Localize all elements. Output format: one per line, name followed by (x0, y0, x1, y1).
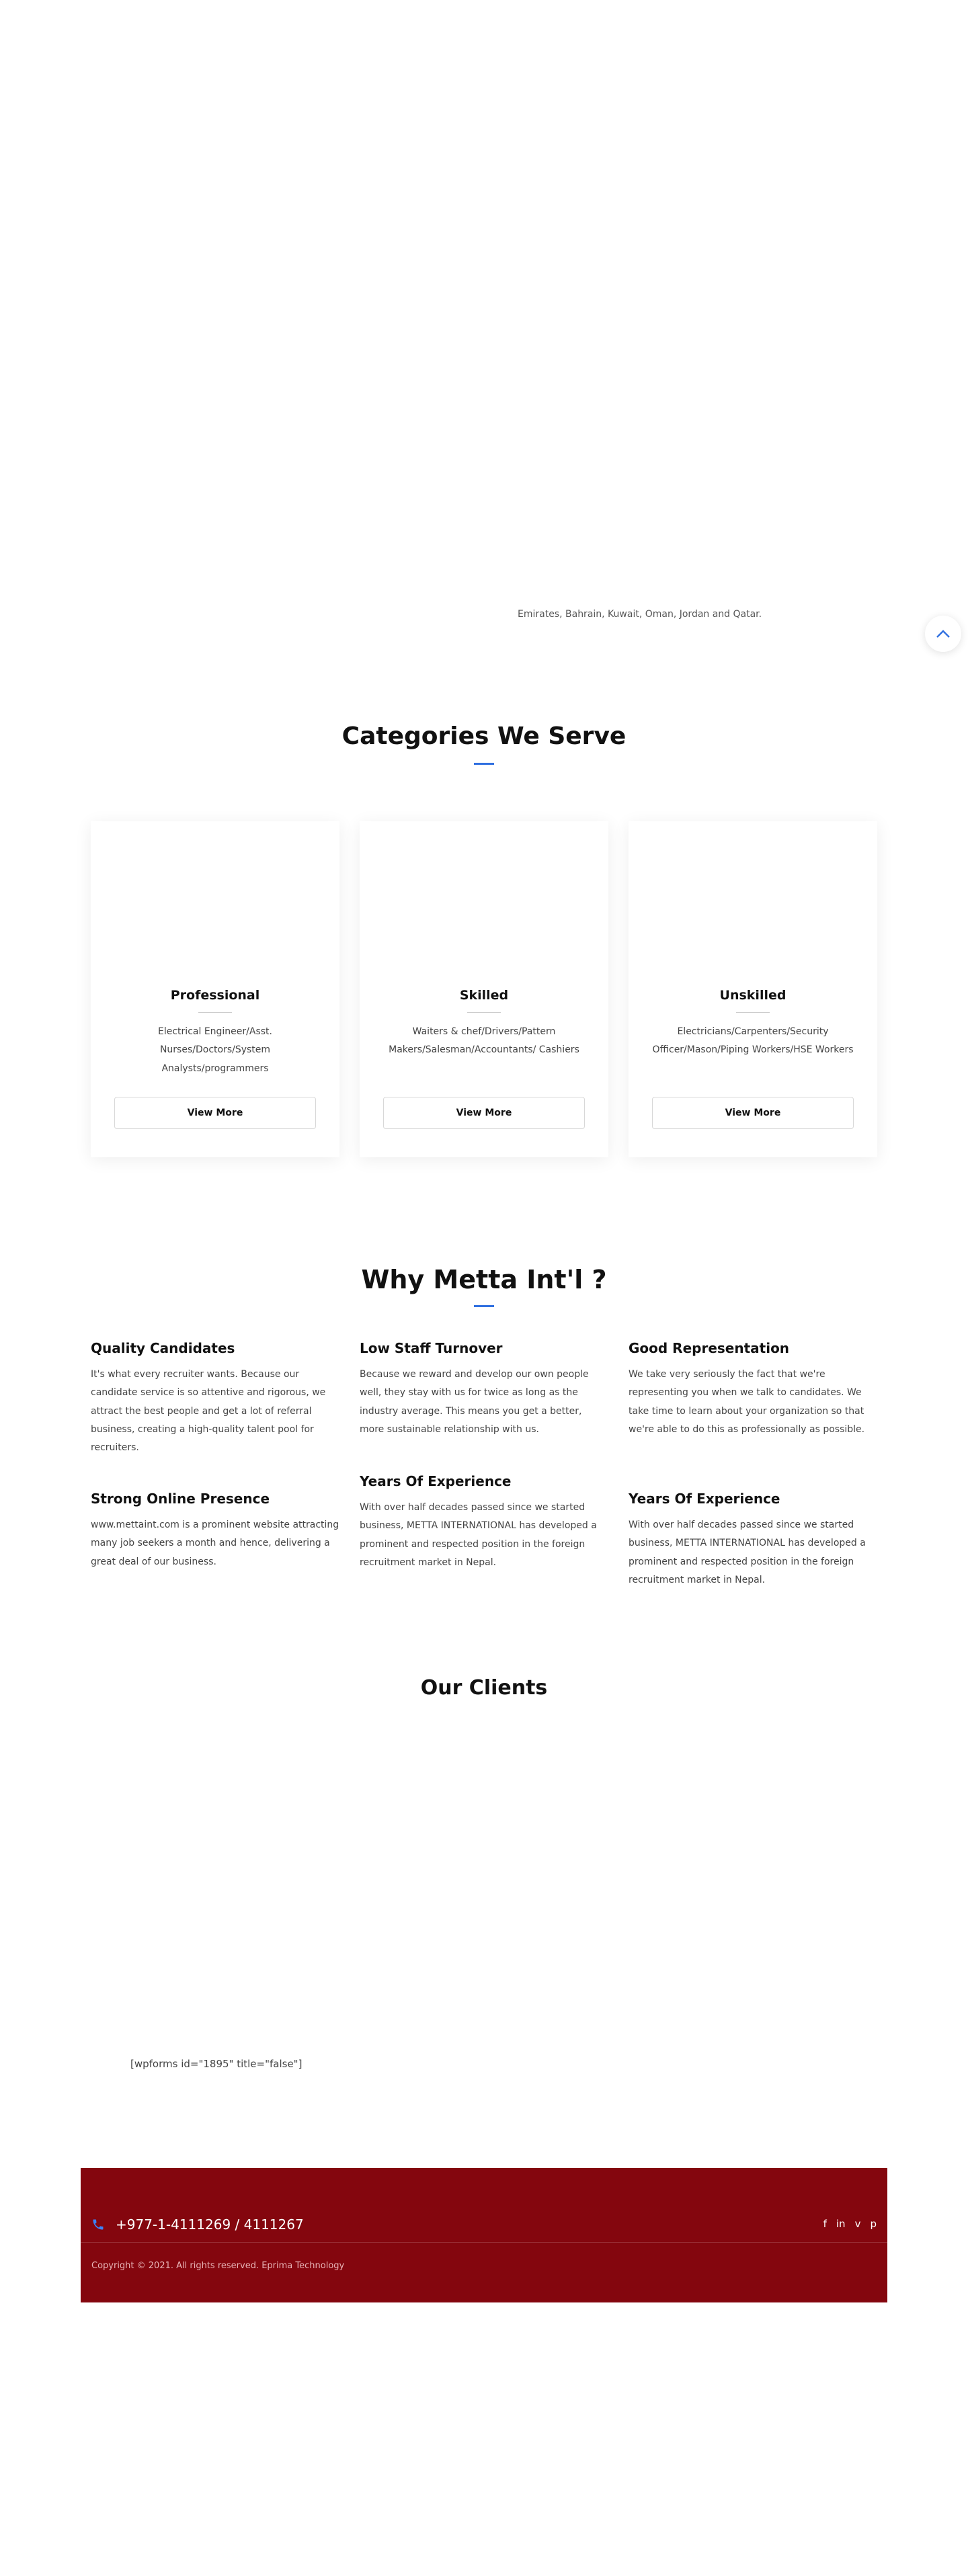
why-title: Why Metta Int'l ? (361, 1265, 607, 1294)
pinterest-icon[interactable]: p (870, 2218, 877, 2230)
feature-text: With over half decades passed since we s… (629, 1520, 866, 1585)
linkedin-icon[interactable]: in (836, 2218, 846, 2230)
view-more-button[interactable]: View More (114, 1097, 316, 1129)
form-shortcode: [wpforms id="1895" title="false"] (130, 2058, 302, 2070)
vimeo-icon[interactable]: v (855, 2218, 861, 2230)
feature-title: Low Staff Turnover (360, 1340, 503, 1356)
card-divider (198, 1012, 232, 1013)
feature-text: Because we reward and develop our own pe… (360, 1369, 589, 1435)
intro-text: Emirates, Bahrain, Kuwait, Oman, Jordan … (518, 609, 762, 620)
categories-title: Categories We Serve (341, 722, 627, 750)
feature-quality-candidates: Quality Candidates It's what every recru… (91, 1340, 339, 1457)
facebook-icon[interactable]: f (823, 2218, 827, 2230)
footer-divider (81, 2242, 887, 2243)
card-description: Electrical Engineer/Asst. Nurses/Doctors… (158, 1026, 272, 1074)
feature-years-of-experience-2: Years Of Experience With over half decad… (629, 1491, 877, 1589)
footer-copyright: Copyright © 2021. All rights reserved. E… (91, 2261, 345, 2271)
why-title-underline (474, 1305, 494, 1307)
card-title: Professional (170, 988, 260, 1003)
category-card-unskilled: Unskilled Electricians/Carpenters/Securi… (629, 821, 877, 1157)
view-more-button[interactable]: View More (652, 1097, 854, 1129)
feature-strong-online-presence: Strong Online Presence www.mettaint.com … (91, 1491, 339, 1571)
feature-good-representation: Good Representation We take very serious… (629, 1340, 877, 1439)
footer-phone[interactable]: +977-1-4111269 / 4111267 (91, 2216, 304, 2233)
card-description: Waiters & chef/Drivers/Pattern Makers/Sa… (389, 1026, 579, 1056)
phone-icon (93, 2219, 104, 2230)
scroll-to-top-button[interactable] (925, 616, 961, 652)
categories-title-underline (474, 763, 494, 765)
feature-text: www.mettaint.com is a prominent website … (91, 1520, 339, 1567)
card-divider (736, 1012, 770, 1013)
feature-title: Strong Online Presence (91, 1491, 270, 1507)
view-more-button[interactable]: View More (383, 1097, 585, 1129)
chevron-up-icon (936, 630, 950, 638)
card-title: Unskilled (719, 988, 787, 1003)
feature-title: Years Of Experience (629, 1491, 780, 1507)
card-title: Skilled (459, 988, 509, 1003)
card-divider (467, 1012, 501, 1013)
footer: +977-1-4111269 / 4111267 f in v p Copyri… (81, 2168, 887, 2302)
feature-text: We take very seriously the fact that we'… (629, 1369, 865, 1435)
feature-title: Quality Candidates (91, 1340, 235, 1356)
feature-low-staff-turnover: Low Staff Turnover Because we reward and… (360, 1340, 608, 1439)
feature-years-of-experience: Years Of Experience With over half decad… (360, 1473, 608, 1572)
category-card-professional: Professional Electrical Engineer/Asst. N… (91, 821, 339, 1157)
footer-social-links: f in v p (823, 2218, 877, 2230)
feature-text: It's what every recruiter wants. Because… (91, 1369, 326, 1454)
feature-title: Good Representation (629, 1340, 790, 1356)
card-description: Electricians/Carpenters/Security Officer… (652, 1026, 854, 1056)
feature-title: Years Of Experience (360, 1473, 512, 1489)
clients-title: Our Clients (420, 1676, 548, 1700)
footer-phone-number: +977-1-4111269 / 4111267 (116, 2216, 304, 2233)
feature-text: With over half decades passed since we s… (360, 1502, 597, 1568)
category-card-skilled: Skilled Waiters & chef/Drivers/Pattern M… (360, 821, 608, 1157)
